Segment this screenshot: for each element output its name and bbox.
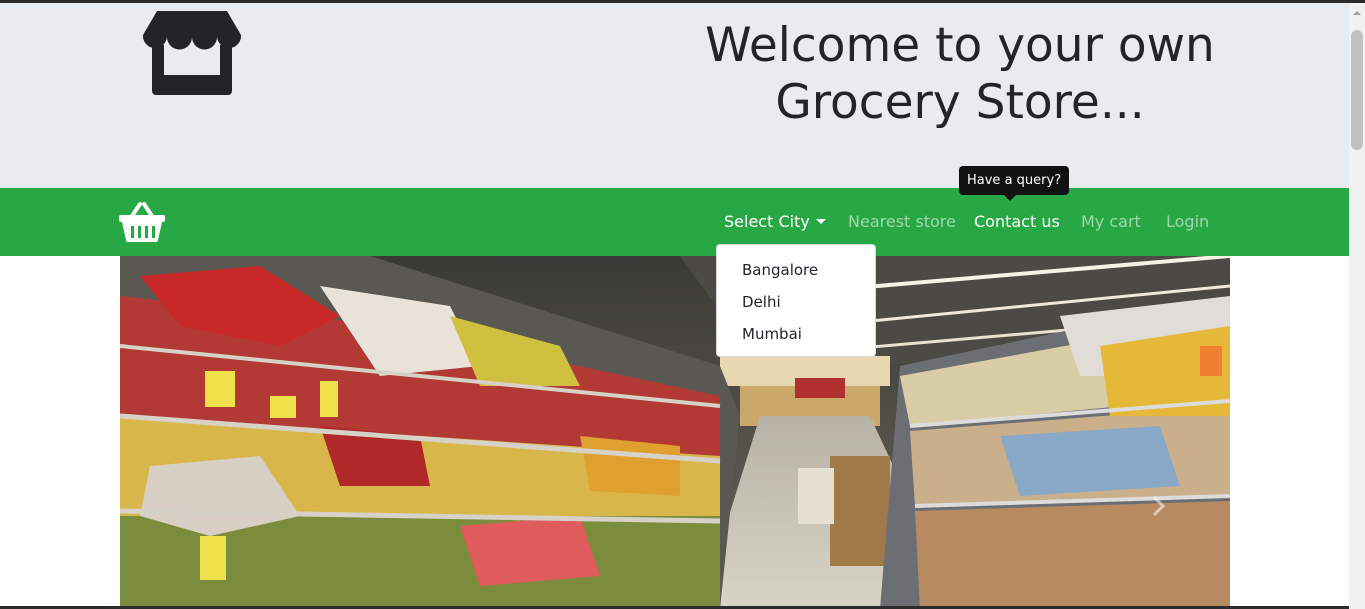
page-title: Welcome to your own Grocery Store...: [700, 17, 1220, 131]
scrollbar-thumb[interactable]: [1351, 30, 1363, 150]
nav-contact-us[interactable]: Contact us: [974, 212, 1060, 232]
nav-nearest-store[interactable]: Nearest store: [848, 212, 956, 232]
nav-select-city-toggle[interactable]: Select City: [724, 212, 826, 232]
caret-down-icon: [815, 219, 826, 224]
nav-login[interactable]: Login: [1166, 212, 1209, 232]
main-navbar: Select City Nearest store Contact us My …: [0, 188, 1349, 256]
title-line-2: Grocery Store...: [775, 75, 1145, 130]
supermarket-aisle-photo: [120, 256, 1230, 609]
city-option-bangalore[interactable]: Bangalore: [717, 253, 875, 285]
contact-tooltip: Have a query?: [959, 166, 1070, 195]
chevron-right-icon[interactable]: [1148, 494, 1168, 518]
city-option-mumbai[interactable]: Mumbai: [717, 317, 875, 349]
shopping-basket-icon[interactable]: [118, 202, 166, 242]
hero-carousel: [120, 256, 1230, 609]
scroll-up-arrow-icon[interactable]: [1352, 8, 1362, 18]
city-option-delhi[interactable]: Delhi: [717, 285, 875, 317]
nav-select-city-label: Select City: [724, 212, 810, 231]
page-header: Welcome to your own Grocery Store...: [0, 3, 1349, 188]
nav-my-cart[interactable]: My cart: [1081, 212, 1141, 232]
title-line-1: Welcome to your own: [705, 18, 1215, 73]
storefront-icon: [143, 11, 241, 95]
tooltip-arrow: [1004, 195, 1016, 201]
city-dropdown-menu: Bangalore Delhi Mumbai: [716, 244, 876, 357]
